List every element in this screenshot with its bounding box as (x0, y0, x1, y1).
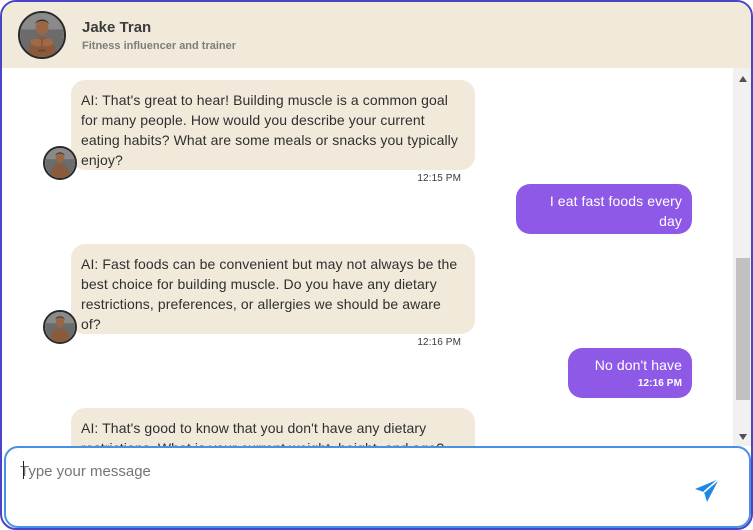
ai-avatar (43, 146, 77, 180)
message-input[interactable] (20, 458, 660, 484)
ai-message-bubble: AI: Fast foods can be convenient but may… (71, 244, 475, 348)
contact-name: Jake Tran (82, 18, 152, 36)
user-message-bubble: No don't have 12:16 PM (568, 348, 692, 398)
fitness-man-avatar-icon (45, 312, 75, 342)
ai-avatar (43, 310, 77, 344)
send-icon (695, 478, 720, 502)
fitness-man-avatar-icon (20, 13, 64, 57)
message-text: AI: Fast foods can be convenient but may… (81, 256, 458, 332)
user-message-bubble: I eat fast foods every day 12:16 PM (516, 184, 692, 245)
chevron-up-icon[interactable] (733, 72, 751, 86)
message-composer (4, 446, 751, 528)
chat-window: Jake Tran Fitness influencer and trainer… (0, 0, 753, 530)
message-text: AI: That's great to hear! Building muscl… (81, 92, 458, 168)
fitness-man-avatar-icon (45, 148, 75, 178)
send-button[interactable] (690, 476, 724, 506)
message-time: 12:16 PM (637, 234, 682, 245)
message-text: No don't have (594, 357, 682, 373)
scrollbar-thumb[interactable] (736, 258, 750, 400)
message-time: 12:16 PM (637, 378, 682, 389)
message-list[interactable]: AI: That's great to hear! Building muscl… (2, 68, 733, 446)
text-caret (23, 461, 24, 479)
ai-message-bubble: AI: That's good to know that you don't h… (71, 408, 475, 446)
message-text: I eat fast foods every day (549, 193, 682, 229)
chat-header: Jake Tran Fitness influencer and trainer (2, 2, 751, 68)
message-time: 12:16 PM (417, 337, 461, 348)
message-text: AI: That's good to know that you don't h… (81, 420, 444, 446)
contact-subtitle: Fitness influencer and trainer (82, 39, 237, 52)
ai-message-bubble: AI: That's great to hear! Building muscl… (71, 80, 475, 184)
chevron-down-icon[interactable] (733, 430, 751, 444)
avatar (18, 11, 66, 59)
message-scrollbar[interactable] (733, 68, 751, 446)
message-time: 12:15 PM (417, 173, 461, 184)
